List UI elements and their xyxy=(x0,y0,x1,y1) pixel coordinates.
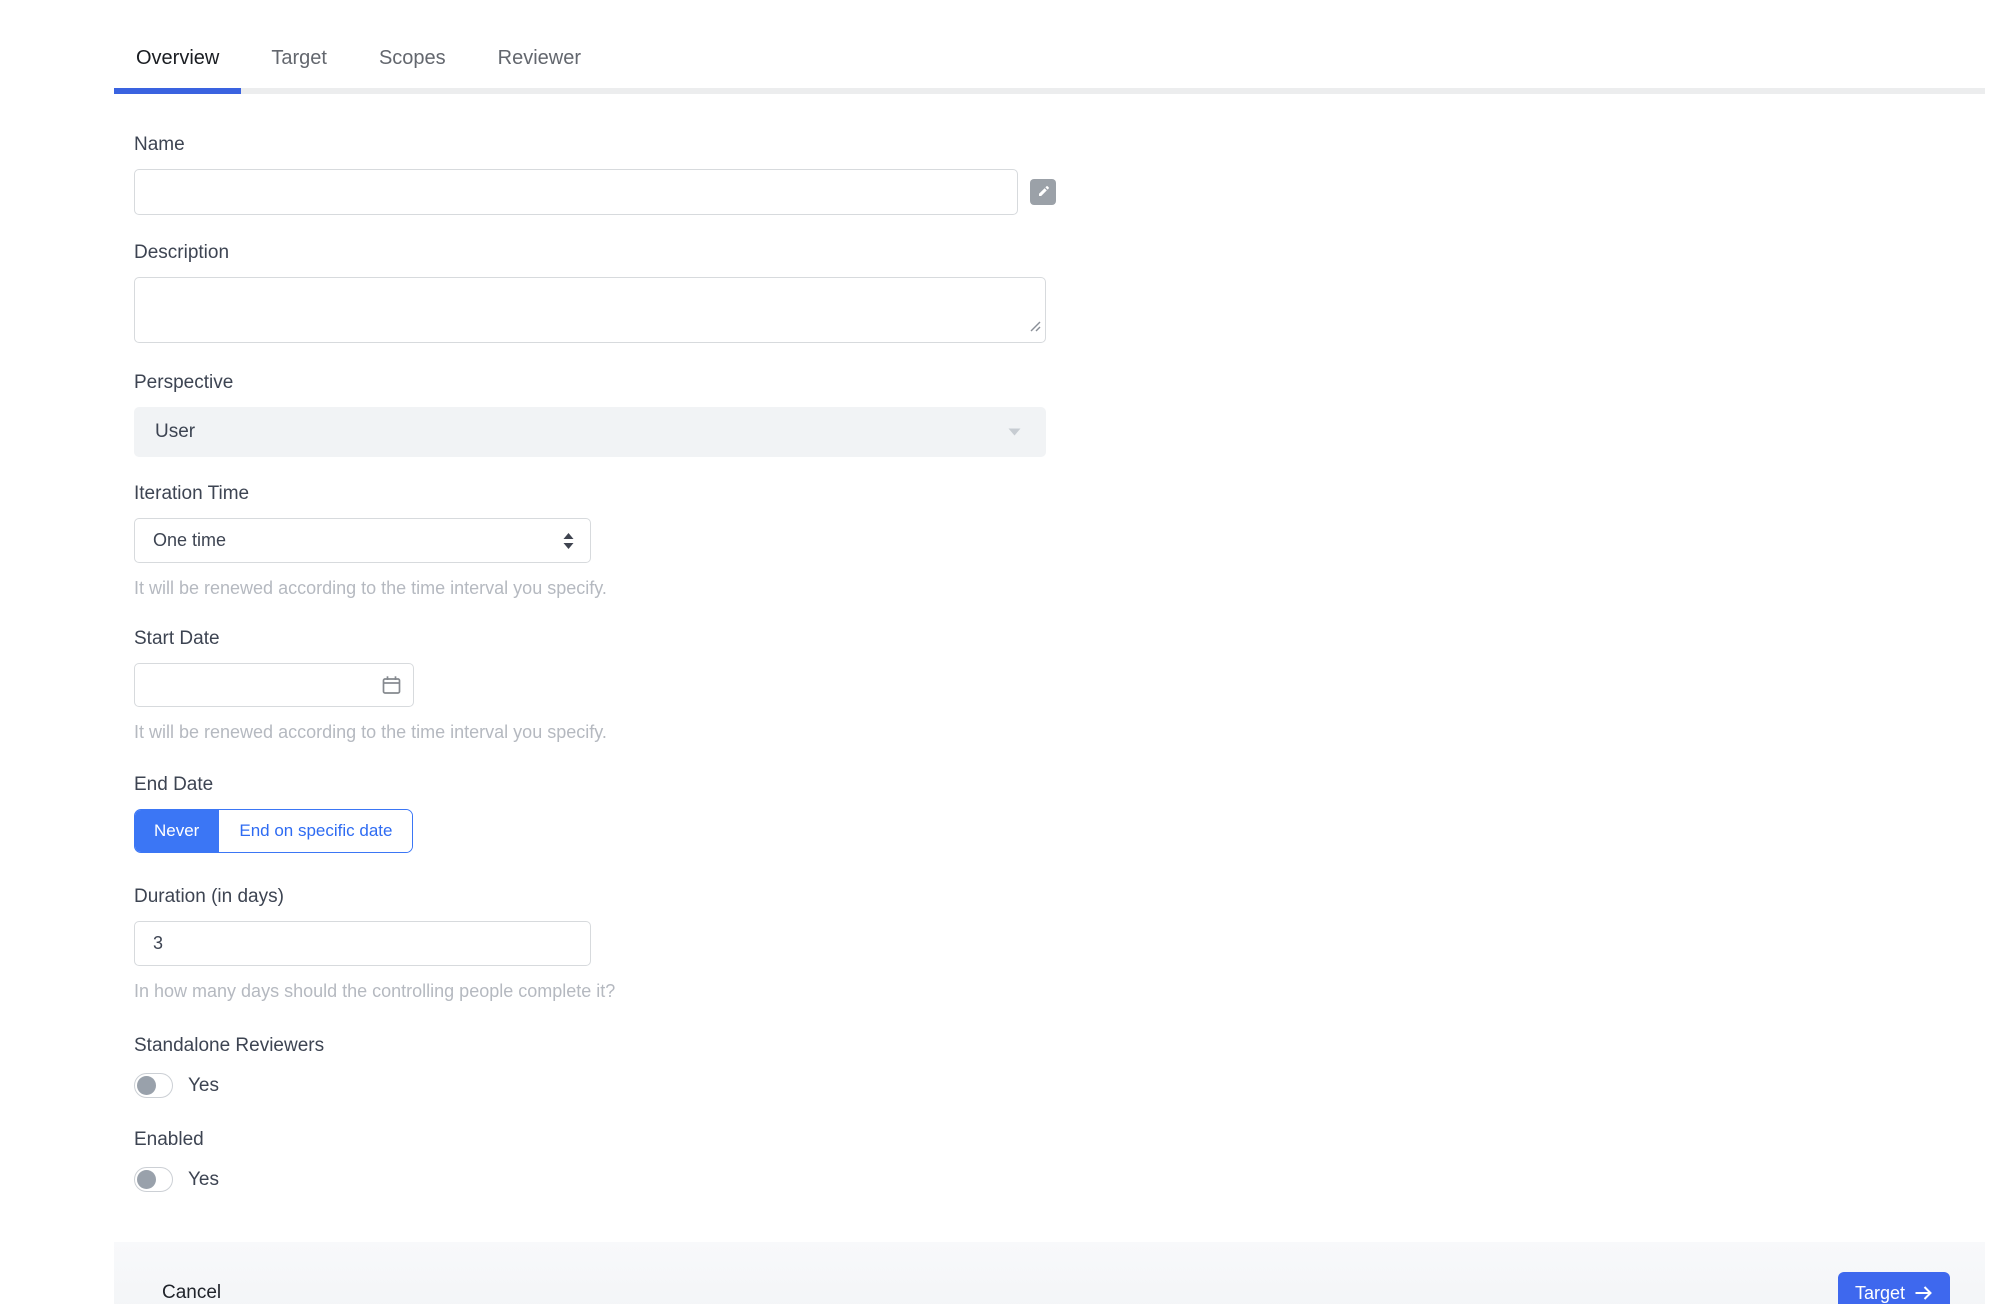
resize-handle-icon[interactable] xyxy=(1029,319,1041,337)
end-date-option-never[interactable]: Never xyxy=(135,810,219,852)
duration-label: Duration (in days) xyxy=(134,886,284,907)
chevron-down-icon xyxy=(1007,427,1022,437)
review-form-page: Overview Target Scopes Reviewer Name Des… xyxy=(0,33,2002,1304)
arrow-right-icon xyxy=(1914,1285,1933,1301)
iteration-time-selected-value: One time xyxy=(153,530,227,550)
start-date-input[interactable] xyxy=(134,663,414,707)
target-next-button-label: Target xyxy=(1854,1282,1905,1303)
name-label: Name xyxy=(134,134,185,155)
duration-input[interactable] xyxy=(134,921,591,966)
cancel-button[interactable]: Cancel xyxy=(162,1282,221,1304)
perspective-label: Perspective xyxy=(134,372,234,393)
start-date-label: Start Date xyxy=(134,628,220,649)
standalone-reviewers-label: Standalone Reviewers xyxy=(134,1035,325,1056)
tab-reviewer[interactable]: Reviewer xyxy=(476,33,603,88)
target-next-button[interactable]: Target xyxy=(1837,1272,1950,1304)
standalone-reviewers-row: Yes xyxy=(134,1073,2002,1098)
duration-helper: In how many days should the controlling … xyxy=(134,981,616,1001)
toggle-knob xyxy=(137,1170,156,1189)
toggle-knob xyxy=(137,1076,156,1095)
perspective-select[interactable]: User xyxy=(134,407,1046,457)
pencil-icon xyxy=(1036,185,1050,199)
end-date-label: End Date xyxy=(134,774,214,795)
description-textarea[interactable] xyxy=(134,277,1046,343)
description-wrap xyxy=(134,277,1046,343)
end-date-segmented-control: Never End on specific date xyxy=(134,809,414,853)
name-input[interactable] xyxy=(134,169,1018,215)
description-label: Description xyxy=(134,242,230,263)
form-content: Name Description Perspective User Iterat… xyxy=(134,134,2002,1192)
iteration-time-label: Iteration Time xyxy=(134,483,250,504)
end-date-option-specific[interactable]: End on specific date xyxy=(218,810,413,852)
iteration-time-select[interactable]: One time xyxy=(134,518,591,563)
tab-bar: Overview Target Scopes Reviewer xyxy=(114,33,1985,94)
tab-overview[interactable]: Overview xyxy=(114,33,242,94)
name-row xyxy=(134,169,2002,215)
up-down-stepper-icon xyxy=(562,532,575,550)
enabled-toggle[interactable] xyxy=(134,1167,173,1192)
enabled-toggle-label: Yes xyxy=(188,1168,219,1190)
calendar-icon[interactable] xyxy=(380,674,403,697)
tab-target[interactable]: Target xyxy=(249,33,349,88)
standalone-reviewers-toggle[interactable] xyxy=(134,1073,173,1098)
standalone-reviewers-toggle-label: Yes xyxy=(188,1074,219,1096)
start-date-wrap xyxy=(134,663,414,707)
enabled-label: Enabled xyxy=(134,1129,204,1150)
tab-scopes[interactable]: Scopes xyxy=(357,33,468,88)
start-date-helper: It will be renewed according to the time… xyxy=(134,722,607,742)
edit-name-button[interactable] xyxy=(1030,179,1056,205)
perspective-selected-value: User xyxy=(155,421,196,442)
form-footer: Cancel Target xyxy=(114,1242,1985,1304)
enabled-row: Yes xyxy=(134,1167,2002,1192)
iteration-time-helper: It will be renewed according to the time… xyxy=(134,578,607,598)
